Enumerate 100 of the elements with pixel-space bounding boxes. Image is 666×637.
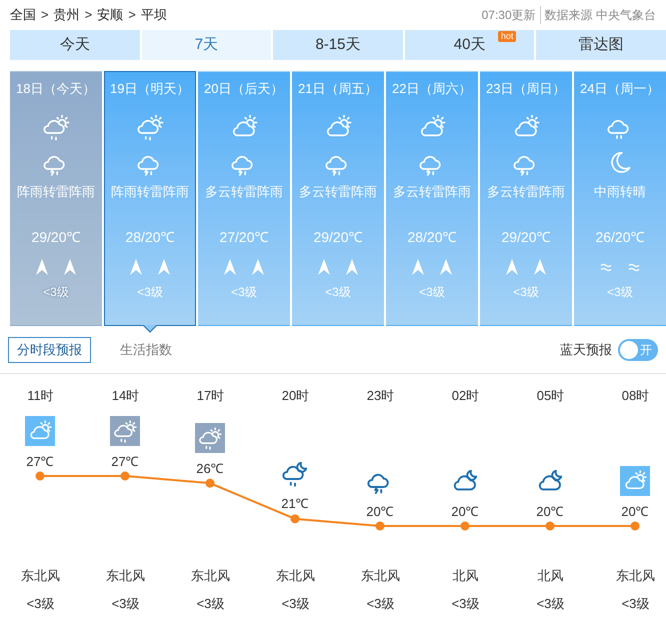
tab[interactable]: 7天 <box>142 30 272 60</box>
breadcrumb-link[interactable]: 贵州 <box>54 5 80 25</box>
hour-label: 05时 <box>536 387 564 405</box>
update-time: 07:30更新 <box>482 6 541 24</box>
hour-label: 17时 <box>196 387 224 405</box>
day-card[interactable]: 18日（今天） 阵雨转雷阵雨 29/20℃ <3级 <box>10 71 102 326</box>
hour-temperature: 20℃ <box>366 504 394 518</box>
tab[interactable]: 今天 <box>10 30 140 60</box>
tab[interactable]: 8-15天 <box>273 30 403 60</box>
temperature-range: 27/20℃ <box>219 228 269 246</box>
wind-arrow-icon <box>506 259 518 275</box>
wind-level: <3级 <box>536 595 564 613</box>
wind-direction: 东北风 <box>361 566 400 584</box>
day-card[interactable]: 22日（周六） 多云转雷阵雨 28/20℃ <3级 <box>386 71 478 326</box>
wind-direction: 北风 <box>452 566 478 584</box>
wind-direction: 东北风 <box>616 566 655 584</box>
wind-arrow-icon <box>158 259 170 275</box>
breadcrumb-link[interactable]: 全国 <box>10 5 36 25</box>
wind-level: <3级 <box>513 284 539 300</box>
breadcrumb-separator: > <box>128 6 136 24</box>
wind-level: <3级 <box>325 284 351 300</box>
wind-direction: 东北风 <box>276 566 315 584</box>
wind-direction: 东北风 <box>191 566 230 584</box>
wind-direction: 东北风 <box>21 566 60 584</box>
hot-badge: hot <box>498 31 516 42</box>
wind-arrow-icon <box>346 259 358 275</box>
wind-level: <3级 <box>452 595 480 613</box>
wind-level: <3级 <box>26 595 54 613</box>
weather-text: 中雨转晴 <box>594 183 646 201</box>
wind-arrow-icon <box>64 259 76 275</box>
breadcrumb-link[interactable]: 安顺 <box>97 5 124 25</box>
hour-label: 14时 <box>112 387 140 405</box>
day-weather-icon <box>41 112 71 142</box>
subtab[interactable]: 分时段预报 <box>8 336 91 362</box>
temperature-range: 29/20℃ <box>501 228 551 246</box>
hour-temperature: 20℃ <box>451 504 479 518</box>
day-date: 22日（周六） <box>391 80 472 98</box>
wind-arrow-icon <box>224 259 236 275</box>
temperature-range: 26/20℃ <box>595 228 645 246</box>
day-card[interactable]: 21日（周五） 多云转雷阵雨 29/20℃ <3级 <box>292 71 384 326</box>
wind-arrow-icon <box>534 259 546 275</box>
day-weather-icon <box>135 112 165 142</box>
temperature-range: 29/20℃ <box>31 228 81 246</box>
wind-direction: 北风 <box>538 566 564 584</box>
hour-temperature: 20℃ <box>621 504 649 518</box>
weather-text: 多云转雷阵雨 <box>487 183 565 201</box>
wind-arrow-icon <box>252 259 264 275</box>
weather-text: 多云转雷阵雨 <box>299 183 377 201</box>
hour-temperature: 27℃ <box>26 454 54 468</box>
wind-direction: 东北风 <box>106 566 145 584</box>
hour-temperature: 21℃ <box>281 496 309 512</box>
day-card[interactable]: 20日（后天） 多云转雷阵雨 27/20℃ <3级 <box>198 71 290 326</box>
hour-label: 23时 <box>366 387 394 405</box>
hour-temperature: 20℃ <box>536 504 564 518</box>
wind-level: <3级 <box>366 595 394 613</box>
day-date: 19日（明天） <box>109 80 190 98</box>
day-date: 23日（周日） <box>485 80 566 98</box>
wind-level: <3级 <box>282 595 310 613</box>
day-date: 20日（后天） <box>203 80 284 98</box>
hour-label: 08时 <box>622 387 650 405</box>
day-date: 18日（今天） <box>15 80 96 98</box>
breadcrumb-separator: > <box>41 6 49 24</box>
wind-level: <3级 <box>137 284 163 300</box>
wind-arrow-icon <box>412 259 424 275</box>
wind-arrow-icon <box>318 259 330 275</box>
day-card[interactable]: 24日（周一） 中雨转晴 26/20℃ <3级 <box>574 71 666 326</box>
wind-level: <3级 <box>622 595 650 613</box>
wind-level: <3级 <box>607 284 633 300</box>
subtab[interactable]: 生活指数 <box>111 336 181 362</box>
weather-text: 阵雨转雷阵雨 <box>111 183 189 201</box>
hour-label: 20时 <box>282 387 310 405</box>
wind-level: <3级 <box>196 595 224 613</box>
toggle-label: 蓝天预报 <box>560 340 612 359</box>
day-card[interactable]: 23日（周日） 多云转雷阵雨 29/20℃ <3级 <box>480 71 572 326</box>
day-date: 24日（周一） <box>579 80 660 98</box>
wind-level: <3级 <box>231 284 257 300</box>
hour-temperature: 26℃ <box>196 460 224 476</box>
temperature-range: 28/20℃ <box>407 228 457 246</box>
hour-label: 02时 <box>452 387 480 405</box>
hour-label: 11时 <box>27 387 54 405</box>
temperature-range: 29/20℃ <box>313 228 363 246</box>
breadcrumb-separator: > <box>84 6 92 24</box>
wave-icon <box>600 262 612 272</box>
weather-text: 阵雨转雷阵雨 <box>17 183 95 201</box>
pointer-icon <box>143 325 157 333</box>
hour-temperature: 27℃ <box>111 454 139 468</box>
wave-icon <box>628 262 640 272</box>
tab[interactable]: 雷达图 <box>536 30 666 60</box>
data-source: 数据来源 中央气象台 <box>544 7 656 24</box>
wind-arrow-icon <box>440 259 452 275</box>
wind-level: <3级 <box>43 284 69 300</box>
day-date: 21日（周五） <box>297 80 378 98</box>
wind-level: <3级 <box>419 284 445 300</box>
wind-arrow-icon <box>36 259 48 275</box>
wind-arrow-icon <box>130 259 142 275</box>
wind-level: <3级 <box>112 595 140 613</box>
weather-text: 多云转雷阵雨 <box>393 183 471 201</box>
temperature-range: 28/20℃ <box>125 228 175 246</box>
tab[interactable]: 40天 hot <box>404 30 534 60</box>
weather-text: 多云转雷阵雨 <box>205 183 283 201</box>
